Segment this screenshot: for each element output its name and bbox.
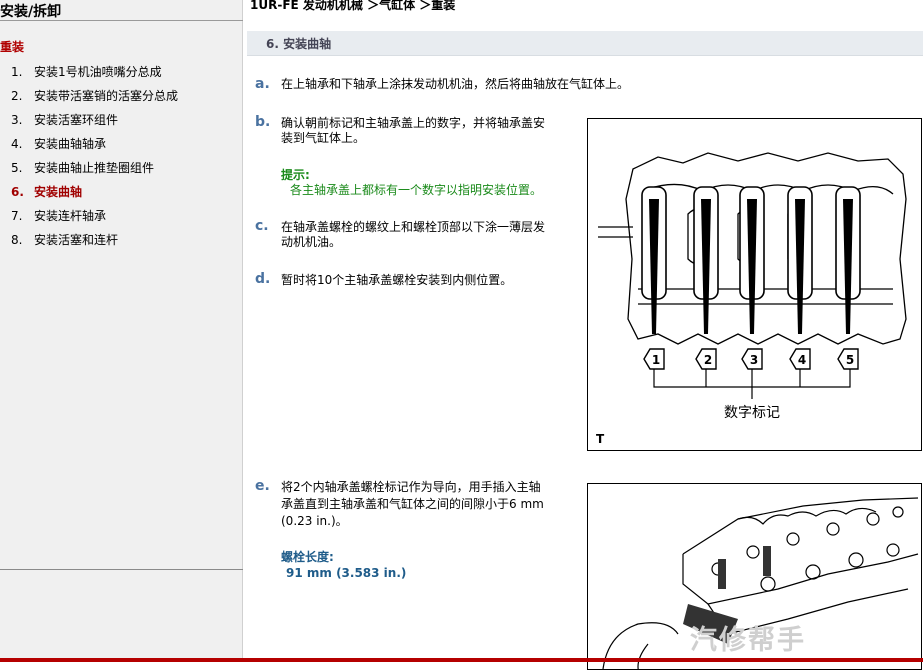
step-letter-e: e. (255, 478, 270, 494)
sidebar-item-num: 1. (11, 65, 23, 79)
sidebar-item-label[interactable]: 安装带活塞销的活塞分总成 (34, 87, 178, 105)
cap-number-3: 3 (750, 353, 758, 367)
step-e-line2: 承盖直到主轴承盖和气缸体之间的间隙小于6 mm (281, 497, 544, 511)
figure-corner-mark: T (596, 432, 605, 446)
step-letter-c: c. (255, 218, 269, 234)
sidebar-item-label[interactable]: 安装1号机油喷嘴分总成 (34, 63, 162, 81)
sidebar-divider (0, 20, 243, 21)
watermark-logo: 汽修帮手 (690, 625, 806, 656)
sidebar-item-num: 7. (11, 209, 23, 223)
sidebar-item-num: 4. (11, 137, 23, 151)
step-a-text: 在上轴承和下轴承上涂抹发动机机油，然后将曲轴放在气缸体上。 (281, 77, 630, 91)
step-c-line2: 动机机油。 (281, 235, 342, 249)
sidebar-item-label[interactable]: 安装连杆轴承 (34, 207, 106, 225)
sidebar-title: 安装/拆卸 (0, 4, 62, 20)
step-letter-a: a. (255, 76, 270, 92)
sidebar-item-num: 2. (11, 89, 23, 103)
hint-text: 各主轴承盖上都标有一个数字以指明安装位置。 (290, 183, 543, 197)
sidebar-section-heading: 重装 (0, 40, 25, 54)
step-header-bar: 6. 安装曲轴 (247, 31, 923, 56)
sidebar-item-num: 8. (11, 233, 23, 247)
bottom-accent-bar (0, 658, 923, 662)
sidebar-item-num: 6. (11, 185, 24, 199)
figure-caption: 数字标记 (724, 405, 780, 421)
step-e-line1: 将2个内轴承盖螺栓标记作为导向，用手插入主轴 (281, 480, 541, 494)
breadcrumb: 1UR-FE 发动机机械 ＞气缸体 ＞重装 (250, 0, 456, 12)
cap-number-1: 1 (652, 353, 660, 367)
step-title: 6. 安装曲轴 (266, 37, 332, 51)
sidebar-item-label[interactable]: 安装曲轴 (34, 183, 82, 201)
figure-bearing-cap-numbers: 1 2 3 4 5 数字标记 T (587, 118, 922, 451)
step-letter-d: d. (255, 271, 271, 287)
step-d-text: 暂时将10个主轴承盖螺栓安装到内侧位置。 (281, 273, 513, 287)
cap-number-2: 2 (704, 353, 712, 367)
spec-heading: 螺栓长度: (281, 550, 334, 564)
sidebar-item-label[interactable]: 安装曲轴轴承 (34, 135, 106, 153)
step-b-line2: 装到气缸体上。 (281, 131, 366, 145)
sidebar-bottom-divider (0, 569, 243, 570)
sidebar: 安装/拆卸 重装 1. 安装1号机油喷嘴分总成 2. 安装带活塞销的活塞分总成 3.… (0, 0, 243, 662)
engine-block-diagram: 1 2 3 4 5 数字标记 T (596, 152, 907, 446)
sidebar-item-num: 5. (11, 161, 23, 175)
spec-value: 91 mm (3.583 in.) (286, 566, 407, 580)
cap-number-5: 5 (846, 353, 854, 367)
sidebar-item-num: 3. (11, 113, 23, 127)
step-letter-b: b. (255, 114, 271, 130)
step-e-line3: (0.23 in.)。 (281, 514, 348, 528)
sidebar-item-label[interactable]: 安装活塞和连杆 (34, 231, 118, 249)
cap-number-4: 4 (798, 353, 806, 367)
sidebar-item-label[interactable]: 安装活塞环组件 (34, 111, 118, 129)
sidebar-item-label[interactable]: 安装曲轴止推垫圈组件 (34, 159, 154, 177)
